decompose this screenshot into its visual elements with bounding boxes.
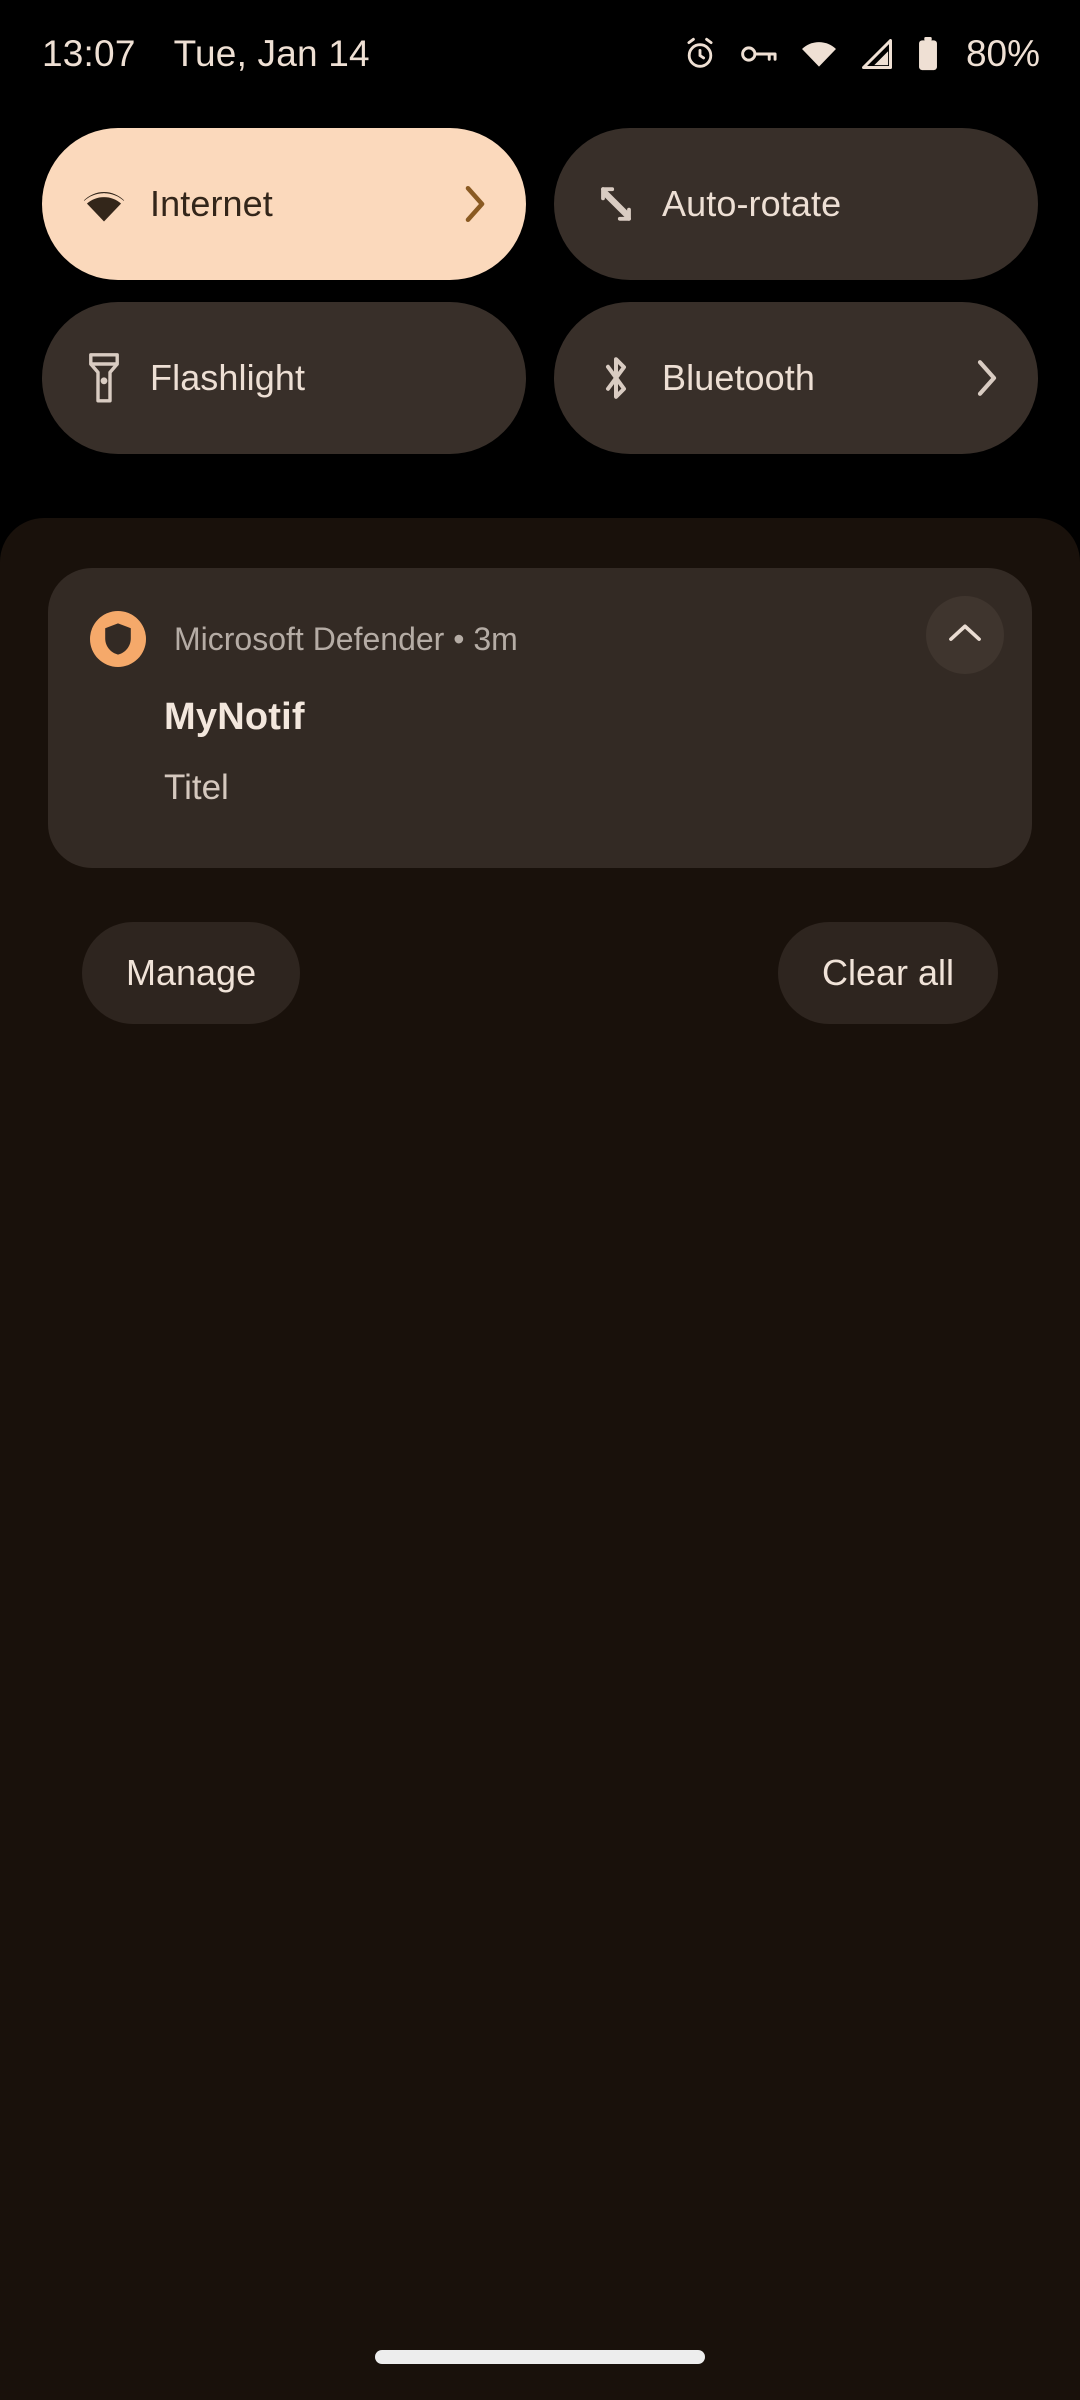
quick-settings-grid: Internet Auto-rotate Flashlight Bluetoot… (0, 128, 1080, 454)
vpn-key-icon (740, 39, 778, 69)
flashlight-icon (76, 352, 132, 404)
notification-expand-button[interactable] (926, 596, 1004, 674)
notification-shade: Microsoft Defender • 3m MyNotif Titel Ma… (0, 518, 1080, 2400)
battery-icon (916, 37, 940, 71)
bluetooth-icon (588, 352, 644, 404)
auto-rotate-icon (588, 180, 644, 228)
wifi-icon (800, 39, 838, 69)
qs-tile-auto-rotate[interactable]: Auto-rotate (554, 128, 1038, 280)
notification-card[interactable]: Microsoft Defender • 3m MyNotif Titel (48, 568, 1032, 868)
qs-tile-flashlight[interactable]: Flashlight (42, 302, 526, 454)
wifi-icon (76, 184, 132, 224)
manage-button-label: Manage (126, 952, 257, 993)
notification-actions: Manage Clear all (0, 918, 1080, 1028)
status-bar-clock: 13:07 (42, 33, 136, 74)
chevron-right-icon[interactable] (462, 183, 488, 225)
qs-tile-label: Bluetooth (662, 357, 816, 398)
clear-all-button[interactable]: Clear all (777, 922, 998, 1024)
status-bar: 13:07 Tue, Jan 14 80% (0, 0, 1080, 108)
qs-tile-internet[interactable]: Internet (42, 128, 526, 280)
notification-title: MyNotif (164, 696, 305, 738)
qs-tile-label: Flashlight (150, 357, 306, 398)
chevron-right-icon[interactable] (974, 357, 1000, 399)
chevron-up-icon (947, 621, 983, 650)
cellular-signal-icon (860, 39, 894, 69)
clear-all-button-label: Clear all (821, 952, 954, 993)
qs-tile-bluetooth[interactable]: Bluetooth (554, 302, 1038, 454)
quick-settings-screen: 13:07 Tue, Jan 14 80% Internet Auto-rota… (0, 0, 1080, 2400)
status-bar-date: Tue, Jan 14 (173, 33, 370, 74)
qs-tile-label: Internet (150, 183, 273, 224)
notification-body-text: Titel (164, 768, 229, 807)
notification-header: Microsoft Defender • 3m (90, 608, 998, 670)
shield-icon (90, 611, 146, 667)
notification-app-meta: Microsoft Defender • 3m (174, 620, 518, 657)
status-bar-right: 80% (682, 33, 1040, 75)
navigation-handle[interactable] (375, 2350, 705, 2364)
battery-percentage: 80% (965, 33, 1040, 74)
status-bar-left: 13:07 Tue, Jan 14 (42, 33, 370, 75)
alarm-icon (682, 36, 718, 72)
manage-button[interactable]: Manage (82, 922, 301, 1024)
qs-tile-label: Auto-rotate (662, 183, 842, 224)
